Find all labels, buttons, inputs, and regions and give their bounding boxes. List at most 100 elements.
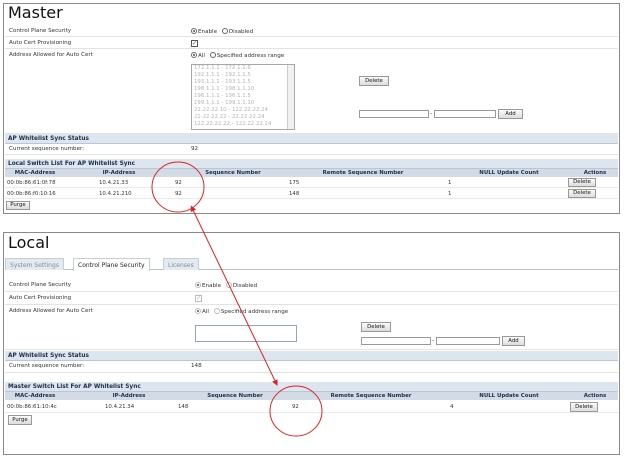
- cell-mac: 00:0b:86:61:0f:78: [7, 180, 56, 186]
- local-address-range-label: Specified address range: [220, 309, 289, 315]
- local-delete-range-button[interactable]: Delete: [361, 322, 391, 332]
- master-cps-row: Control Plane Security Enable Disabled: [5, 26, 618, 37]
- delete-row-button[interactable]: Delete: [568, 189, 596, 198]
- local-cps-row: Control Plane Security Enable Disabled: [5, 279, 618, 292]
- master-cps-disabled-label: Disabled: [228, 29, 254, 35]
- col-ip: IP-Address: [112, 393, 146, 399]
- master-address-all-label: All: [198, 53, 205, 59]
- range-dash: -: [430, 110, 433, 117]
- local-address-all-label: All: [202, 309, 209, 315]
- address-list-item[interactable]: 199.1.1.1 - 199.1.1.10: [192, 100, 294, 107]
- cell-null-count: 1: [448, 191, 452, 197]
- local-autocert-label: Auto Cert Provisioning: [9, 295, 72, 301]
- master-cps-enable-label: Enable: [198, 29, 218, 35]
- master-range-start-input[interactable]: [359, 110, 429, 118]
- col-remote-seq: Remote Sequence Number: [330, 393, 412, 399]
- master-address-all-radio[interactable]: [191, 52, 197, 58]
- cell-remote-seq: 148: [289, 191, 300, 197]
- master-address-label: Address Allowed for Auto Cert: [9, 52, 93, 58]
- cell-seq: 148: [178, 404, 189, 410]
- master-cps-label: Control Plane Security: [9, 28, 72, 34]
- master-autocert-label: Auto Cert Provisioning: [9, 40, 72, 46]
- local-current-seq-label: Current sequence number:: [9, 363, 85, 369]
- cell-seq: 92: [175, 180, 182, 186]
- col-mac: MAC-Address: [14, 170, 56, 176]
- tab-licenses[interactable]: Licenses: [163, 258, 199, 270]
- master-current-seq-row: Current sequence number: 92: [5, 144, 618, 155]
- master-cps-enable-radio[interactable]: [191, 28, 197, 34]
- address-list-item[interactable]: 122.22.22.22 - 122.22.22.24: [192, 121, 294, 128]
- local-panel: Local System Settings Control Plane Secu…: [3, 232, 620, 455]
- local-tab-bar: System Settings Control Plane Security L…: [5, 258, 618, 271]
- cell-ip: 10.4.21.33: [99, 180, 129, 186]
- col-actions: Actions: [583, 393, 607, 399]
- col-actions: Actions: [583, 170, 607, 176]
- cell-remote-seq: 92: [292, 404, 299, 410]
- local-address-range-radio[interactable]: [213, 308, 220, 314]
- cell-null-count: 1: [448, 180, 452, 186]
- local-address-listbox[interactable]: [195, 325, 297, 342]
- master-autocert-row: Auto Cert Provisioning ✓: [5, 38, 618, 49]
- cell-seq: 92: [175, 191, 182, 197]
- address-list-item[interactable]: 193.1.1.1 - 193.1.1.5: [192, 79, 294, 86]
- col-null-count: NULL Update Count: [479, 170, 539, 176]
- address-list-item[interactable]: 196.1.1.1 - 196.1.1.5: [192, 93, 294, 100]
- delete-row-button[interactable]: Delete: [568, 178, 596, 187]
- col-seq: Sequence Number: [205, 170, 261, 176]
- range-dash: -: [432, 337, 435, 344]
- listbox-scrollbar[interactable]: [287, 65, 294, 129]
- local-cps-disabled-radio[interactable]: [225, 282, 232, 288]
- local-cps-enable-radio[interactable]: [195, 282, 201, 288]
- master-table-header: MAC-Address IP-Address Sequence Number R…: [5, 169, 618, 177]
- cell-mac: 00:0b:86:61:10:4c: [7, 404, 57, 410]
- local-current-seq-value: 148: [191, 363, 202, 369]
- master-switch-list-header: Local Switch List For AP Whitelist Sync: [5, 159, 618, 169]
- local-purge-button[interactable]: Purge: [8, 415, 32, 425]
- local-cps-disabled-label: Disabled: [232, 283, 258, 289]
- master-autocert-checkbox[interactable]: ✓: [191, 40, 198, 47]
- tab-system-settings[interactable]: System Settings: [5, 258, 64, 270]
- local-sync-status-header: AP Whitelist Sync Status: [5, 351, 618, 361]
- local-switch-list-header: Master Switch List For AP Whitelist Sync: [5, 382, 618, 392]
- cell-remote-seq: 175: [289, 180, 300, 186]
- col-ip: IP-Address: [102, 170, 136, 176]
- master-purge-button[interactable]: Purge: [6, 201, 30, 210]
- local-current-seq-row: Current sequence number: 148: [5, 361, 618, 373]
- local-address-row: Address Allowed for Auto Cert All Specif…: [5, 305, 618, 350]
- local-range-end-input[interactable]: [436, 337, 500, 345]
- local-address-label: Address Allowed for Auto Cert: [9, 308, 93, 314]
- master-cps-disabled-radio[interactable]: [221, 28, 228, 34]
- master-address-range-label: Specified address range: [216, 53, 285, 59]
- tab-control-plane-security[interactable]: Control Plane Security: [73, 258, 150, 271]
- table-row: 00:0b:86:61:10:4c 10.4.21.34 148 92 4 De…: [5, 401, 618, 413]
- address-list-item[interactable]: 192.1.1.1 - 192.1.1.5: [192, 72, 294, 79]
- address-list-item[interactable]: 172.1.1.1 - 172.1.1.6: [192, 65, 294, 72]
- cell-ip: 10.4.21.210: [99, 191, 132, 197]
- master-sync-status-header: AP Whitelist Sync Status: [5, 134, 618, 144]
- col-null-count: NULL Update Count: [479, 393, 539, 399]
- local-address-all-radio[interactable]: [195, 308, 201, 314]
- master-add-range-button[interactable]: Add: [498, 109, 523, 119]
- master-title: Master: [8, 3, 63, 22]
- cell-null-count: 4: [450, 404, 454, 410]
- table-row: 00:0b:86:f0:10:16 10.4.21.210 92 148 1 D…: [5, 189, 618, 199]
- local-add-range-button[interactable]: Add: [502, 336, 525, 346]
- col-remote-seq: Remote Sequence Number: [322, 170, 404, 176]
- cell-ip: 10.4.21.34: [105, 404, 135, 410]
- local-autocert-checkbox[interactable]: ✓: [195, 295, 202, 302]
- local-table-header: MAC-Address IP-Address Sequence Number R…: [5, 392, 618, 400]
- master-address-listbox[interactable]: 172.1.1.1 - 172.1.1.6 192.1.1.1 - 192.1.…: [191, 64, 295, 130]
- master-address-range-radio[interactable]: [209, 52, 216, 58]
- delete-row-button[interactable]: Delete: [570, 402, 598, 412]
- master-delete-range-button[interactable]: Delete: [359, 76, 389, 86]
- local-title: Local: [8, 233, 50, 252]
- address-list-item[interactable]: 22.22.22.10 - 122.22.22.24: [192, 107, 294, 114]
- address-list-item[interactable]: 198.1.1.1 - 198.1.1.10: [192, 86, 294, 93]
- local-range-start-input[interactable]: [361, 337, 431, 345]
- local-autocert-row: Auto Cert Provisioning ✓: [5, 292, 618, 305]
- local-cps-enable-label: Enable: [202, 283, 222, 289]
- cell-mac: 00:0b:86:f0:10:16: [7, 191, 56, 197]
- address-list-item[interactable]: 22.22.22.22 - 22.22.22.24: [192, 114, 294, 121]
- master-panel: Master Control Plane Security Enable Dis…: [3, 3, 620, 214]
- master-range-end-input[interactable]: [434, 110, 496, 118]
